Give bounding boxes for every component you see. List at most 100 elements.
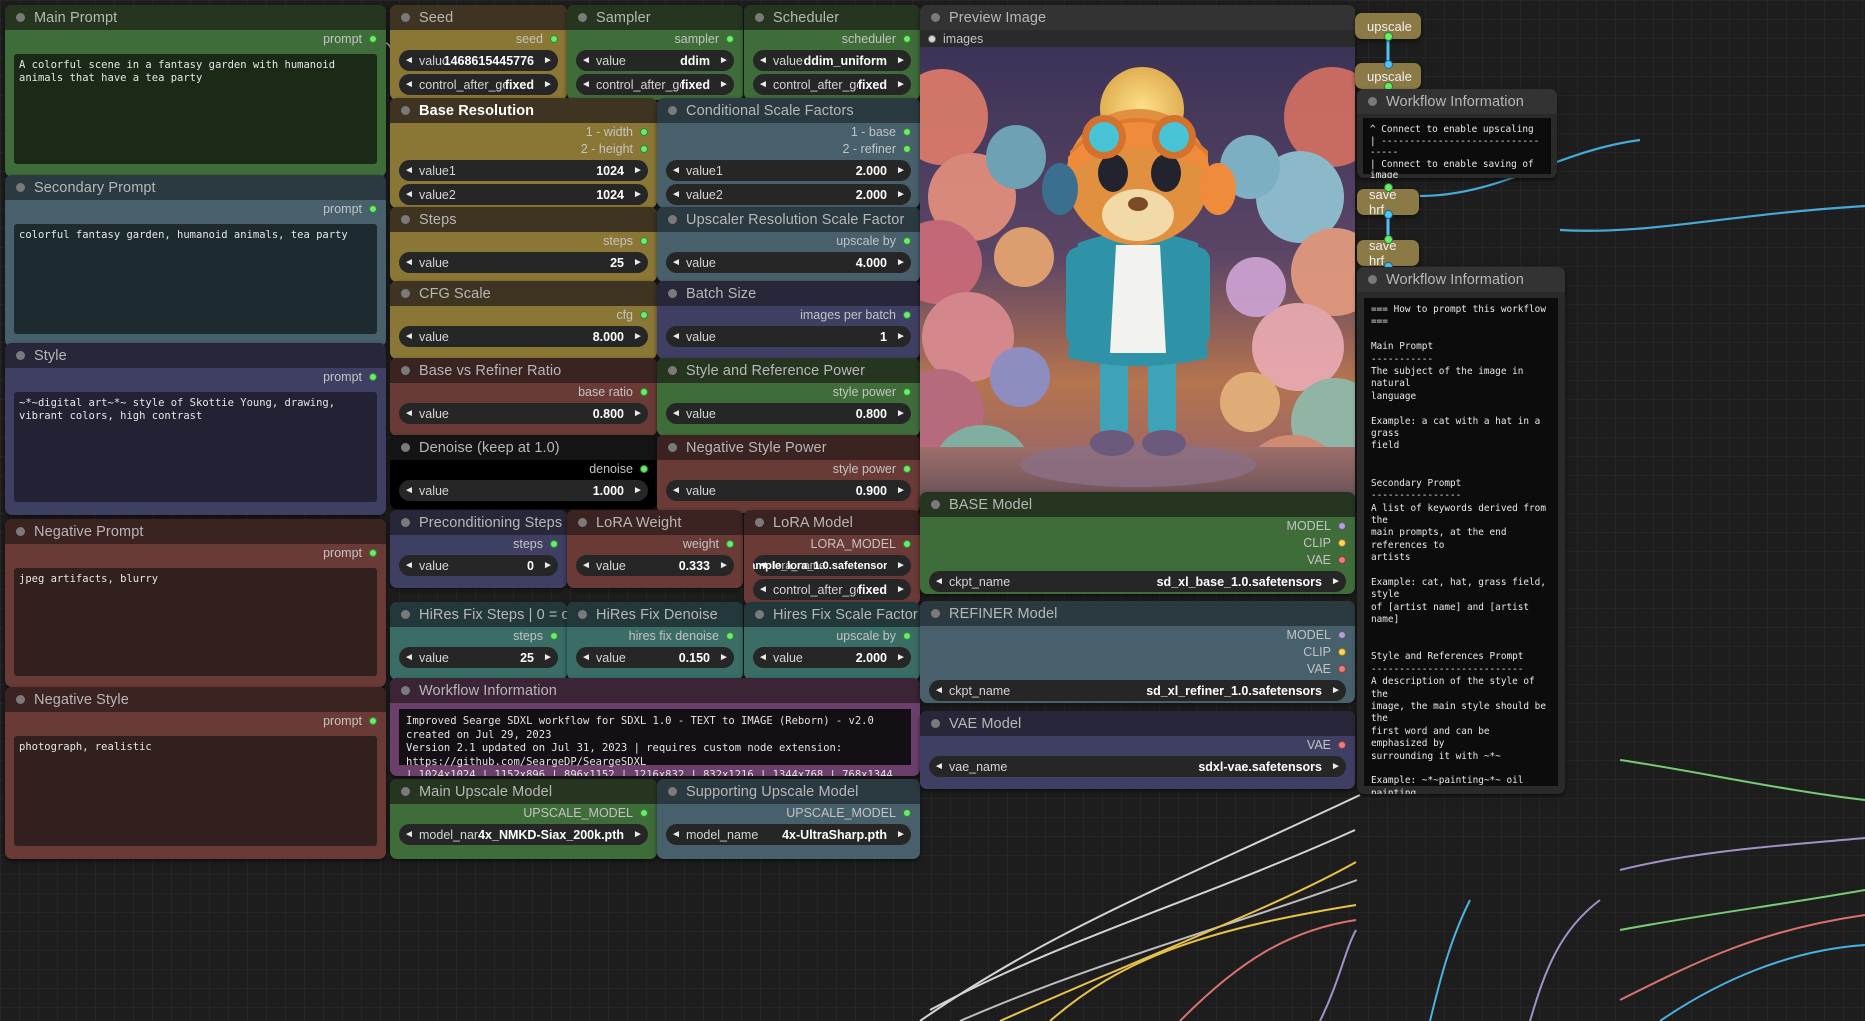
- node-workflow-information-top[interactable]: Workflow Information ^ Connect to enable…: [1357, 89, 1557, 178]
- node-title-bar[interactable]: LoRA Weight: [567, 510, 743, 535]
- increment-arrow-icon[interactable]: ►: [891, 79, 911, 90]
- widget-control-after-generate[interactable]: ◄ control_after_generate fixed ►: [576, 74, 734, 95]
- node-title-bar[interactable]: Supporting Upscale Model: [657, 779, 920, 804]
- increment-arrow-icon[interactable]: ►: [714, 652, 734, 663]
- decrement-arrow-icon[interactable]: ◄: [399, 560, 419, 571]
- port-dot-icon[interactable]: [640, 237, 648, 245]
- widget-value1[interactable]: ◄ value1 1024 ►: [399, 160, 648, 181]
- output-port-hires-fix-denoise[interactable]: hires fix denoise: [567, 627, 743, 644]
- collapse-dot-icon[interactable]: [931, 719, 940, 728]
- port-dot-icon[interactable]: [640, 465, 648, 473]
- node-title-bar[interactable]: Main Prompt: [5, 5, 386, 30]
- port-dot-icon[interactable]: [903, 388, 911, 396]
- increment-arrow-icon[interactable]: ►: [628, 485, 648, 496]
- chip-upscale-1-output-dot-icon[interactable]: [1384, 32, 1393, 41]
- output-port-clip[interactable]: CLIP: [920, 643, 1355, 660]
- output-port-clip[interactable]: CLIP: [920, 534, 1355, 551]
- increment-arrow-icon[interactable]: ►: [1326, 761, 1346, 772]
- node-title-bar[interactable]: Workflow Information: [390, 678, 920, 703]
- node-title-bar[interactable]: Style: [5, 343, 386, 368]
- chip-save-hrf-1-input-dot-icon[interactable]: [1384, 183, 1393, 192]
- port-dot-icon[interactable]: [369, 35, 377, 43]
- node-upscaler-resolution-scale-factor[interactable]: Upscaler Resolution Scale Factor upscale…: [657, 207, 920, 282]
- node-style[interactable]: Style prompt ~*~digital art~*~ style of …: [5, 343, 386, 515]
- node-title-bar[interactable]: Style and Reference Power: [657, 358, 920, 383]
- increment-arrow-icon[interactable]: ►: [538, 55, 558, 66]
- port-dot-icon[interactable]: [640, 145, 648, 153]
- collapse-dot-icon[interactable]: [578, 13, 587, 22]
- node-title-bar[interactable]: Steps: [390, 207, 657, 232]
- decrement-arrow-icon[interactable]: ◄: [666, 829, 686, 840]
- node-title-bar[interactable]: VAE Model: [920, 711, 1355, 736]
- widget-value[interactable]: ◄ value 0.900 ►: [666, 480, 911, 501]
- collapse-dot-icon[interactable]: [401, 366, 410, 375]
- node-seed[interactable]: Seed seed ◄ value 1468615445776 ► ◄ cont…: [390, 5, 567, 100]
- output-port-prompt[interactable]: prompt: [5, 30, 386, 47]
- port-dot-icon[interactable]: [640, 809, 648, 817]
- decrement-arrow-icon[interactable]: ◄: [399, 652, 419, 663]
- widget-value[interactable]: ◄ value 1.000 ►: [399, 480, 648, 501]
- node-title-bar[interactable]: Denoise (keep at 1.0): [390, 435, 657, 460]
- collapse-dot-icon[interactable]: [668, 289, 677, 298]
- output-port-prompt[interactable]: prompt: [5, 200, 386, 217]
- collapse-dot-icon[interactable]: [668, 787, 677, 796]
- node-hires-fix-denoise[interactable]: HiRes Fix Denoise hires fix denoise ◄ va…: [567, 602, 743, 680]
- node-workflow-information-right[interactable]: Workflow Information === How to prompt t…: [1357, 267, 1565, 794]
- node-hires-fix-scale-factor[interactable]: Hires Fix Scale Factor upscale by ◄ valu…: [744, 602, 920, 680]
- output-port-model[interactable]: MODEL: [920, 626, 1355, 643]
- prompt-textarea[interactable]: A colorful scene in a fantasy garden wit…: [14, 54, 377, 164]
- increment-arrow-icon[interactable]: ►: [538, 652, 558, 663]
- node-batch-size[interactable]: Batch Size images per batch ◄ value 1 ►: [657, 281, 920, 359]
- node-negative-prompt[interactable]: Negative Prompt prompt jpeg artifacts, b…: [5, 519, 386, 687]
- output-port-refiner[interactable]: 2 - refiner: [657, 140, 920, 157]
- port-dot-icon[interactable]: [369, 373, 377, 381]
- output-port-seed[interactable]: seed: [390, 30, 567, 47]
- increment-arrow-icon[interactable]: ►: [891, 584, 911, 595]
- collapse-dot-icon[interactable]: [578, 610, 587, 619]
- widget-model-name[interactable]: ◄ model_name 4x-UltraSharp.pth ►: [666, 824, 911, 845]
- widget-value1[interactable]: ◄ value1 2.000 ►: [666, 160, 911, 181]
- increment-arrow-icon[interactable]: ►: [891, 165, 911, 176]
- widget-value[interactable]: ◄ value 4.000 ►: [666, 252, 911, 273]
- node-preview-image[interactable]: Preview Image images: [920, 5, 1355, 517]
- collapse-dot-icon[interactable]: [1368, 97, 1377, 106]
- input-port-images[interactable]: images: [920, 30, 1355, 47]
- widget-seed-value[interactable]: ◄ value 1468615445776 ►: [399, 50, 558, 71]
- port-dot-icon[interactable]: [903, 128, 911, 136]
- collapse-dot-icon[interactable]: [755, 610, 764, 619]
- increment-arrow-icon[interactable]: ►: [891, 560, 911, 571]
- decrement-arrow-icon[interactable]: ◄: [399, 485, 419, 496]
- widget-ckpt-name[interactable]: ◄ ckpt_name sd_xl_refiner_1.0.safetensor…: [929, 680, 1346, 701]
- widget-control-after-generate[interactable]: ◄ control_after_generate fixed ►: [753, 579, 911, 600]
- increment-arrow-icon[interactable]: ►: [628, 331, 648, 342]
- node-title-bar[interactable]: BASE Model: [920, 492, 1355, 517]
- widget-value[interactable]: ◄ value 0.333 ►: [576, 555, 734, 576]
- prompt-textarea[interactable]: colorful fantasy garden, humanoid animal…: [14, 224, 377, 334]
- output-port-base-ratio[interactable]: base ratio: [390, 383, 657, 400]
- decrement-arrow-icon[interactable]: ◄: [929, 685, 949, 696]
- port-dot-icon[interactable]: [640, 388, 648, 396]
- collapse-dot-icon[interactable]: [931, 500, 940, 509]
- collapse-dot-icon[interactable]: [668, 366, 677, 375]
- widget-lora-name[interactable]: ◄ lora_name example_lora_1.0.safetensors…: [753, 555, 911, 576]
- increment-arrow-icon[interactable]: ►: [891, 652, 911, 663]
- output-port-width[interactable]: 1 - width: [390, 123, 657, 140]
- prompt-textarea[interactable]: ~*~digital art~*~ style of Skottie Young…: [14, 392, 377, 502]
- widget-value2[interactable]: ◄ value2 1024 ►: [399, 184, 648, 205]
- chip-save-hrf-1-output-dot-icon[interactable]: [1384, 210, 1393, 219]
- collapse-dot-icon[interactable]: [16, 13, 25, 22]
- port-dot-icon[interactable]: [550, 35, 558, 43]
- widget-value[interactable]: ◄ value 8.000 ►: [399, 326, 648, 347]
- node-base-resolution[interactable]: Base Resolution 1 - width 2 - height ◄ v…: [390, 98, 657, 208]
- node-title-bar[interactable]: Main Upscale Model: [390, 779, 657, 804]
- node-denoise[interactable]: Denoise (keep at 1.0) denoise ◄ value 1.…: [390, 435, 657, 509]
- node-scheduler[interactable]: Scheduler scheduler ◄ value ddim_uniform…: [744, 5, 920, 100]
- collapse-dot-icon[interactable]: [16, 695, 25, 704]
- node-title-bar[interactable]: Conditional Scale Factors: [657, 98, 920, 123]
- node-title-bar[interactable]: Base vs Refiner Ratio: [390, 358, 657, 383]
- increment-arrow-icon[interactable]: ►: [714, 55, 734, 66]
- output-port-images-per-batch[interactable]: images per batch: [657, 306, 920, 323]
- port-dot-icon[interactable]: [903, 809, 911, 817]
- widget-value[interactable]: ◄ value 1 ►: [666, 326, 911, 347]
- port-dot-icon[interactable]: [1338, 539, 1346, 547]
